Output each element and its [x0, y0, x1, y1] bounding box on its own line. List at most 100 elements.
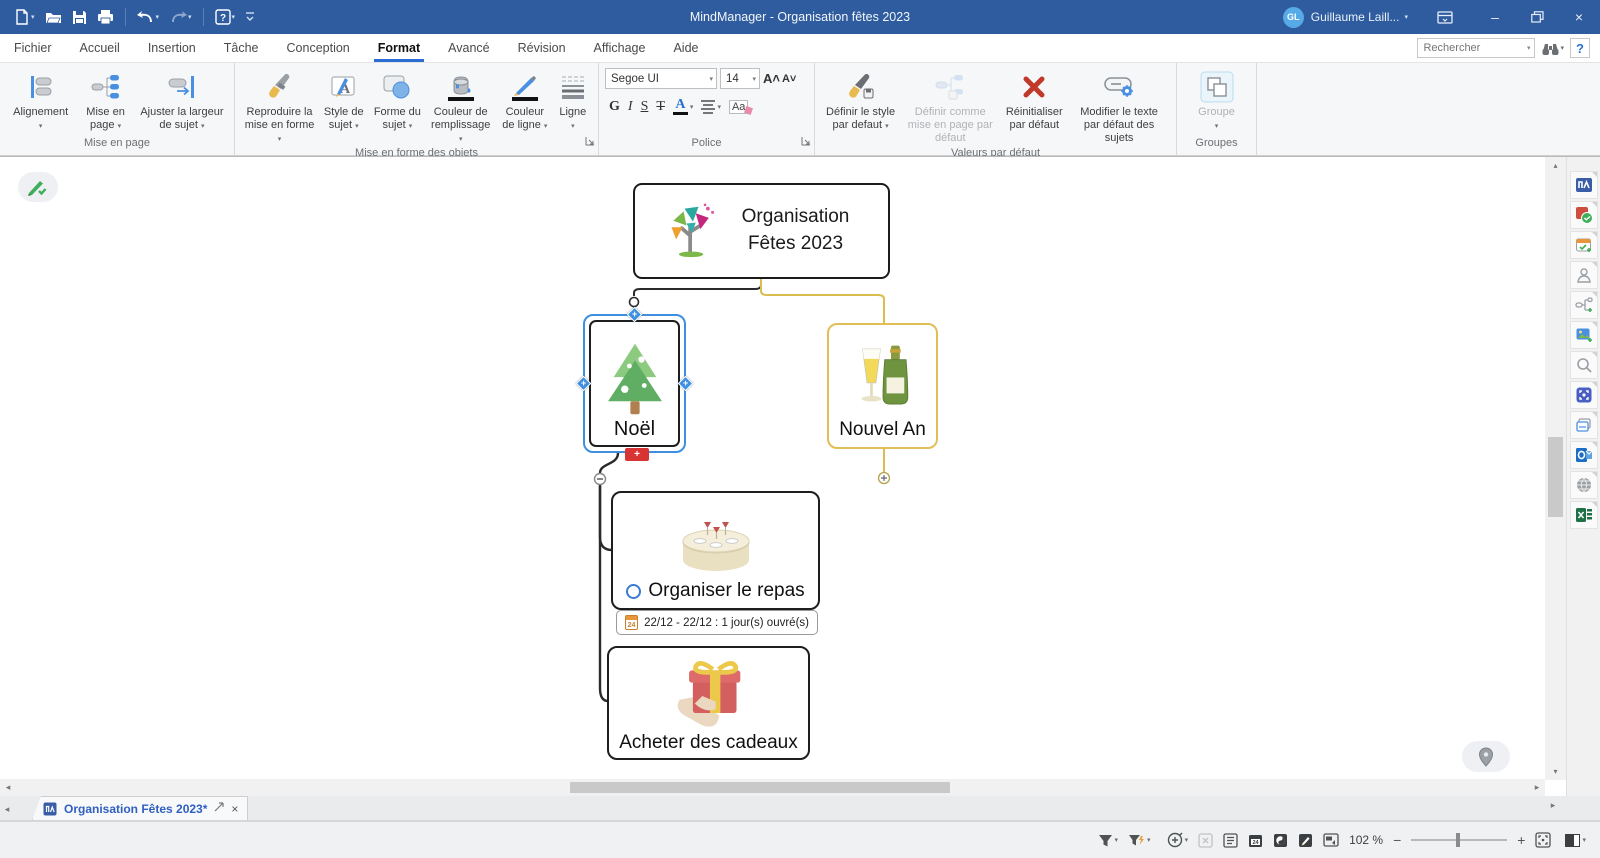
index-icon[interactable] — [1570, 171, 1598, 199]
web-icon[interactable] — [1570, 471, 1598, 499]
tab-scroll-left-arrow[interactable]: ◂ — [0, 804, 14, 820]
user-avatar[interactable]: GL — [1283, 7, 1304, 28]
search-box[interactable]: ▾ — [1417, 38, 1535, 58]
customize-toolbar-button[interactable] — [241, 8, 259, 26]
add-tag-marker[interactable]: + — [625, 448, 649, 461]
close-button[interactable]: × — [1558, 0, 1600, 34]
tab-format[interactable]: Format — [364, 34, 434, 62]
zoom-slider[interactable] — [1411, 833, 1507, 847]
tab-accueil[interactable]: Accueil — [66, 34, 134, 62]
chevron-down-icon[interactable]: ▾ — [1527, 44, 1535, 52]
save-button[interactable] — [68, 7, 91, 28]
tab-affichage[interactable]: Affichage — [580, 34, 660, 62]
dialog-launcher-icon[interactable] — [801, 133, 811, 151]
topic-style-button[interactable]: A Style de sujet ▾ — [318, 68, 369, 134]
tab-aide[interactable]: Aide — [659, 34, 712, 62]
print-button[interactable] — [93, 7, 118, 28]
text-align-button[interactable]: ▾ — [701, 100, 721, 114]
topic-noel-selection[interactable]: Noël + + + + — [583, 314, 686, 453]
alignment-button[interactable]: Alignement▾ — [6, 68, 75, 134]
search-icon[interactable] — [1570, 351, 1598, 379]
notes-toggle[interactable] — [1223, 833, 1238, 848]
panels-button[interactable]: ▾ — [1565, 834, 1586, 847]
snippets-icon[interactable] — [1570, 411, 1598, 439]
scroll-left-arrow[interactable]: ◂ — [0, 782, 16, 793]
scroll-right-arrow[interactable]: ▸ — [1529, 782, 1545, 793]
font-name-combobox[interactable]: Segoe UI ▾ — [605, 68, 717, 89]
map-overview-button[interactable] — [1462, 741, 1510, 772]
map-canvas[interactable]: Organisation Fêtes 2023 Noël + + + + — [0, 157, 1545, 780]
fill-color-button[interactable]: Couleur de remplissage ▾ — [425, 68, 496, 147]
reset-default-button[interactable]: Réinitialiser par défaut — [1000, 68, 1068, 134]
set-default-style-button[interactable]: Définir le style par defaut ▾ — [821, 68, 900, 134]
tab-scroll-right-arrow[interactable]: ▸ — [1546, 800, 1560, 816]
markers-toggle[interactable] — [1298, 833, 1313, 848]
copy-format-button[interactable]: Reproduire la mise en forme ▾ — [241, 68, 318, 147]
font-color-button[interactable]: A ▾ — [673, 98, 694, 115]
italic-button[interactable]: I — [628, 99, 633, 115]
document-tab[interactable]: Organisation Fêtes 2023* × — [32, 796, 248, 820]
undo-button[interactable]: ▾ — [133, 7, 164, 28]
zoom-out-button[interactable]: − — [1393, 832, 1401, 848]
minimize-button[interactable]: – — [1474, 0, 1516, 34]
scroll-down-arrow[interactable]: ▾ — [1545, 767, 1566, 776]
central-topic[interactable]: Organisation Fêtes 2023 — [633, 183, 890, 279]
topic-shape-button[interactable]: Forme du sujet ▾ — [369, 68, 425, 134]
line-color-button[interactable]: Couleur de ligne ▾ — [496, 68, 554, 134]
strikethrough-button[interactable]: T — [656, 99, 665, 115]
bold-button[interactable]: G — [609, 99, 620, 115]
grow-font-button[interactable]: A˄ — [763, 71, 780, 86]
layout-button[interactable]: Mise en page ▾ — [75, 68, 136, 134]
task-info-toggle[interactable]: 24 — [1248, 833, 1263, 848]
outlook-icon[interactable] — [1570, 441, 1598, 469]
scroll-up-arrow[interactable]: ▴ — [1545, 161, 1566, 170]
horizontal-scrollbar[interactable]: ◂ ▸ — [0, 779, 1545, 796]
chevron-down-icon[interactable]: ▾ — [709, 75, 716, 83]
tab-revision[interactable]: Révision — [504, 34, 580, 62]
map-parts-icon[interactable] — [1570, 291, 1598, 319]
resources-icon[interactable] — [1570, 261, 1598, 289]
shrink-font-button[interactable]: A˅ — [782, 73, 796, 85]
images-icon[interactable] — [1570, 321, 1598, 349]
dialog-launcher-icon[interactable] — [585, 133, 595, 151]
font-size-combobox[interactable]: 14 ▾ — [720, 68, 760, 89]
search-map-button[interactable]: ▾ — [1541, 41, 1564, 56]
edit-mode-indicator[interactable] — [18, 172, 58, 202]
redo-button[interactable]: ▾ — [165, 7, 196, 28]
ribbon-display-options-button[interactable] — [1424, 0, 1466, 34]
tags-toggle[interactable] — [1273, 833, 1288, 848]
search-input[interactable] — [1418, 42, 1526, 54]
zoom-slider-thumb[interactable] — [1456, 833, 1460, 847]
help-button[interactable]: ? — [1570, 38, 1590, 58]
horizontal-scroll-thumb[interactable] — [570, 782, 950, 793]
topic-noel[interactable]: Noël — [589, 320, 680, 447]
vertical-scrollbar[interactable]: ▴ ▾ — [1545, 157, 1566, 780]
text-case-button[interactable]: Aa — [729, 100, 752, 114]
excel-icon[interactable] — [1570, 501, 1598, 529]
underline-button[interactable]: S — [641, 99, 649, 115]
edit-default-topic-text-button[interactable]: Modifier le texte par défaut des sujets — [1068, 68, 1170, 147]
tab-conception[interactable]: Conception — [273, 34, 364, 62]
power-filter-button[interactable]: ▾ — [1128, 834, 1151, 847]
topic-organiser-le-repas[interactable]: Organiser le repas — [611, 491, 820, 610]
tab-tache[interactable]: Tâche — [210, 34, 273, 62]
chevron-down-icon[interactable]: ▾ — [1404, 13, 1408, 21]
fit-map-button[interactable] — [1535, 832, 1551, 848]
user-name[interactable]: Guillaume Laill... — [1311, 10, 1400, 24]
help-button[interactable]: ? ▾ — [211, 6, 240, 28]
open-button[interactable] — [41, 7, 66, 28]
task-progress-icon[interactable] — [626, 584, 641, 599]
capture-icon[interactable] — [1570, 381, 1598, 409]
adjust-topic-width-button[interactable]: Ajuster la largeur de sujet ▾ — [136, 68, 228, 134]
tab-avance[interactable]: Avancé — [434, 34, 503, 62]
line-button[interactable]: Ligne▾ — [554, 68, 592, 134]
tab-fichier[interactable]: Fichier — [0, 34, 66, 62]
detail-level-button[interactable]: ▾ — [1167, 832, 1189, 848]
topic-acheter-des-cadeaux[interactable]: Acheter des cadeaux — [607, 646, 810, 760]
restore-button[interactable] — [1516, 0, 1558, 34]
tab-close-icon[interactable]: × — [231, 802, 238, 816]
topic-nouvel-an[interactable]: Nouvel An — [827, 323, 938, 449]
vertical-scroll-thumb[interactable] — [1548, 437, 1563, 517]
filter-button[interactable]: ▾ — [1098, 834, 1119, 847]
new-document-button[interactable]: ▾ — [10, 6, 39, 28]
